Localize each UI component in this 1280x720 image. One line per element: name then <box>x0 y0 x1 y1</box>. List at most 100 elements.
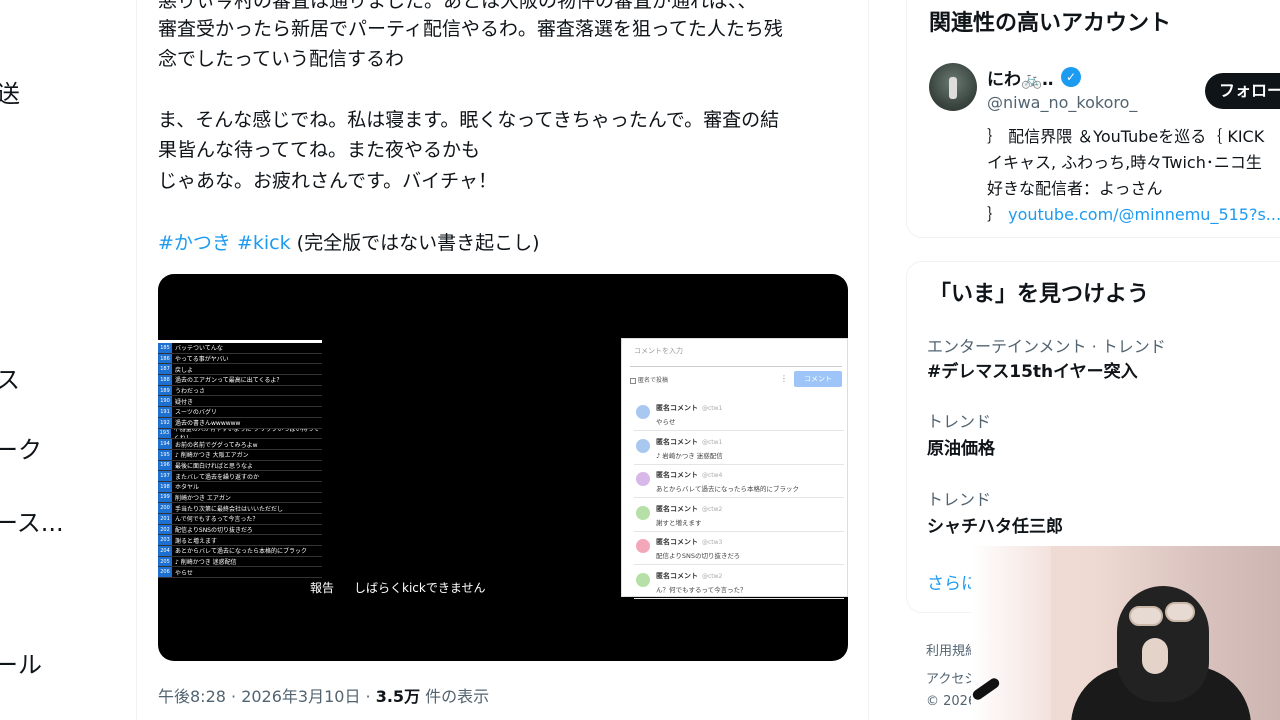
account-handle[interactable]: @niwa_no_kokoro_ <box>987 93 1137 112</box>
comment-number: 200 <box>158 503 172 513</box>
comment-number: 190 <box>158 396 172 407</box>
comment-number: 187 <box>158 364 172 375</box>
stream-comment-row: 191 スーツのバグリ <box>158 407 322 418</box>
bio-link[interactable]: youtube.com/@minnemu_515?s... <box>1008 205 1280 224</box>
comment-number: 186 <box>158 353 172 364</box>
comment-number: 185 <box>158 343 172 353</box>
nav-item-fragment[interactable]: ース... <box>0 503 64 538</box>
stream-comment-row: 203 謝ると増えます <box>158 535 322 547</box>
stream-comment-row: 201 んで何でもするって今言った？ <box>158 514 322 525</box>
trend-category: トレンド <box>927 412 992 431</box>
comment-body: 謝すと増えます <box>656 518 702 527</box>
comment-text: 戻しよ <box>175 366 194 374</box>
nav-item-fragment[interactable]: ール <box>0 645 42 680</box>
comment-author: 匿名コメント @ctw1 <box>656 437 722 447</box>
nav-item-fragment[interactable]: 送 <box>0 74 20 109</box>
hashtag-link[interactable]: #かつき <box>158 232 231 254</box>
comment-text: 最後に面白ければと思うなよ <box>175 462 254 470</box>
comment-avatar <box>636 539 650 553</box>
webcam-mouth <box>1142 638 1168 674</box>
stream-comment-row: 187 戻しよ <box>158 364 322 376</box>
comment-submit-button: コメント <box>794 371 842 387</box>
stream-comment-row: 202 配信よりSNSの切り抜きだろ <box>158 524 322 536</box>
comment-text: あとからバレて過去になったら本格的にブラック <box>175 548 308 556</box>
comment-avatar <box>636 572 650 587</box>
video-caption-label: 報告 <box>310 581 335 595</box>
related-accounts-title: 関連性の高いアカウント <box>929 11 1172 36</box>
comment-text: またバレて過去を繰り返すのか <box>175 473 260 481</box>
webcam-glasses-right <box>1165 602 1195 622</box>
panel-comment: 匿名コメント @ctw1 ♪ 岩崎かつき 迷惑配信 <box>634 435 844 465</box>
stream-comment-row: 192 過去の書きんwwwwww <box>158 417 322 429</box>
comment-number: 203 <box>158 535 172 546</box>
comment-avatar <box>636 405 650 419</box>
comment-text: ♪ 削崎かつき 迷惑配信 <box>175 559 237 567</box>
related-accounts-card: 関連性の高いアカウント にわ🚲‥ ✓ @niwa_no_kokoro_ フォロー… <box>906 0 1280 238</box>
tweet-text-line: じゃあな。お疲れさんです。バイチャ！ <box>158 170 497 192</box>
hashtag-link[interactable]: #kick <box>237 232 291 254</box>
comment-number: 206 <box>158 567 172 578</box>
view-count: 3.5万 <box>375 687 421 706</box>
stream-comment-row: 200 手当たり次第に最終会社はいいただだし <box>158 503 322 514</box>
comment-number: 198 <box>158 481 172 492</box>
comment-text: やらせ <box>175 569 193 577</box>
comment-text: やってる事がヤバい <box>175 356 229 364</box>
trend-name: 原油価格 <box>927 439 995 459</box>
comment-body: 配信よりSNSの切り抜きだろ <box>656 552 741 560</box>
stream-comment-row: 197 またバレて過去を繰り返すのか <box>158 471 322 482</box>
comment-text: お前の名前でググってみろよw <box>175 441 258 449</box>
comment-body: やらせ <box>656 418 676 426</box>
stream-comment-row: 196 最後に面白ければと思うなよ <box>158 460 322 472</box>
comment-author-name: 匿名コメント <box>656 471 698 479</box>
anonymous-checkbox: 匿名で投稿 <box>630 375 668 384</box>
nav-item-fragment[interactable]: ーク <box>0 430 42 465</box>
tweet-video[interactable]: 185 バッテついてんな 186 やってる事がヤバい 187 戻しよ 188 過去のエアガンっ… <box>158 274 848 661</box>
panel-comment: 匿名コメント @ctw2 謝すと増えます <box>634 502 844 532</box>
comment-author: 匿名コメント @ctw1 <box>656 403 722 413</box>
follow-button[interactable]: フォロー <box>1205 73 1280 109</box>
stream-comment-row: 198 ホタヤル <box>158 481 322 493</box>
comment-number: 205 <box>158 556 172 567</box>
stream-comment-row: 186 やってる事がヤバい <box>158 353 322 365</box>
tweet-text-line: 審査受かったら新居でパーティ配信やるわ。審査落選を狙ってた人たち残 <box>158 18 783 40</box>
stream-comment-row: 193 不器量の人が有やすいように クリップいっぱい持ってくね！ <box>158 428 322 440</box>
comment-number: 193 <box>158 428 171 439</box>
comment-author-name: 匿名コメント <box>656 404 698 412</box>
tweet-text-line: ま、そんな感じでね。私は寝ます。眠くなってきちゃったんで。審査の結 <box>158 109 780 131</box>
comment-author-name: 匿名コメント <box>656 504 698 513</box>
comment-number: 201 <box>158 514 172 524</box>
account-bio-line: ｝ youtube.com/@minnemu_515?s... <box>987 201 1280 225</box>
footer-copyright: © 2026 <box>926 694 977 709</box>
tweet-time[interactable]: 午後8:28 · 2026年3月10日 · <box>158 687 376 706</box>
comment-text: んで何でもするって今言った？ <box>175 516 259 524</box>
avatar[interactable] <box>929 63 977 111</box>
comment-text: 過去のエアガンって最高に出てくるよ？ <box>175 377 283 385</box>
comment-number: 196 <box>158 460 172 471</box>
comment-input: コメントを入力 <box>630 343 842 367</box>
comment-body: ん？何でもするって今言った？ <box>656 585 747 594</box>
comment-text: バッテついてんな <box>175 345 223 353</box>
comment-number: 195 <box>158 449 172 460</box>
checkbox-label: 匿名で投稿 <box>638 377 669 384</box>
stream-comment-row: 185 バッテついてんな <box>158 343 322 354</box>
comment-author: 匿名コメント @ctw3 <box>656 537 722 547</box>
comment-body: ♪ 岩崎かつき 迷惑配信 <box>656 451 723 460</box>
nav-item-fragment[interactable]: ス <box>0 360 20 395</box>
comment-author-id: @ctw2 <box>702 572 723 580</box>
video-caption-text: しばらくkickできません <box>354 581 486 595</box>
comment-author-id: @ctw3 <box>702 539 723 546</box>
stream-comment-row: 189 うわだっさ <box>158 385 322 397</box>
panel-comment: 匿名コメント @ctw1 やらせ <box>634 401 844 431</box>
app-root: 送 ス ーク ース... ール 悪りぃ今村の審査は通りました。あとは大阪の物件の… <box>0 0 1280 720</box>
bio-prefix: ｝ <box>987 205 1009 224</box>
comment-number: 188 <box>158 375 172 385</box>
comment-number: 202 <box>158 524 172 535</box>
comment-text: うわだっさ <box>175 388 206 396</box>
account-name[interactable]: にわ🚲‥ <box>987 65 1054 90</box>
comment-text: 疑付き <box>175 398 194 406</box>
comment-number: 197 <box>158 471 172 481</box>
tweet-timestamp: 午後8:28 · 2026年3月10日 · 3.5万 件の表示 <box>158 683 489 707</box>
stream-comment-row: 204 あとからバレて過去になったら本格的にブラック <box>158 546 322 557</box>
comment-author-name: 匿名コメント <box>656 571 698 580</box>
tag-note: (完全版ではない書き起こし) <box>296 232 540 254</box>
